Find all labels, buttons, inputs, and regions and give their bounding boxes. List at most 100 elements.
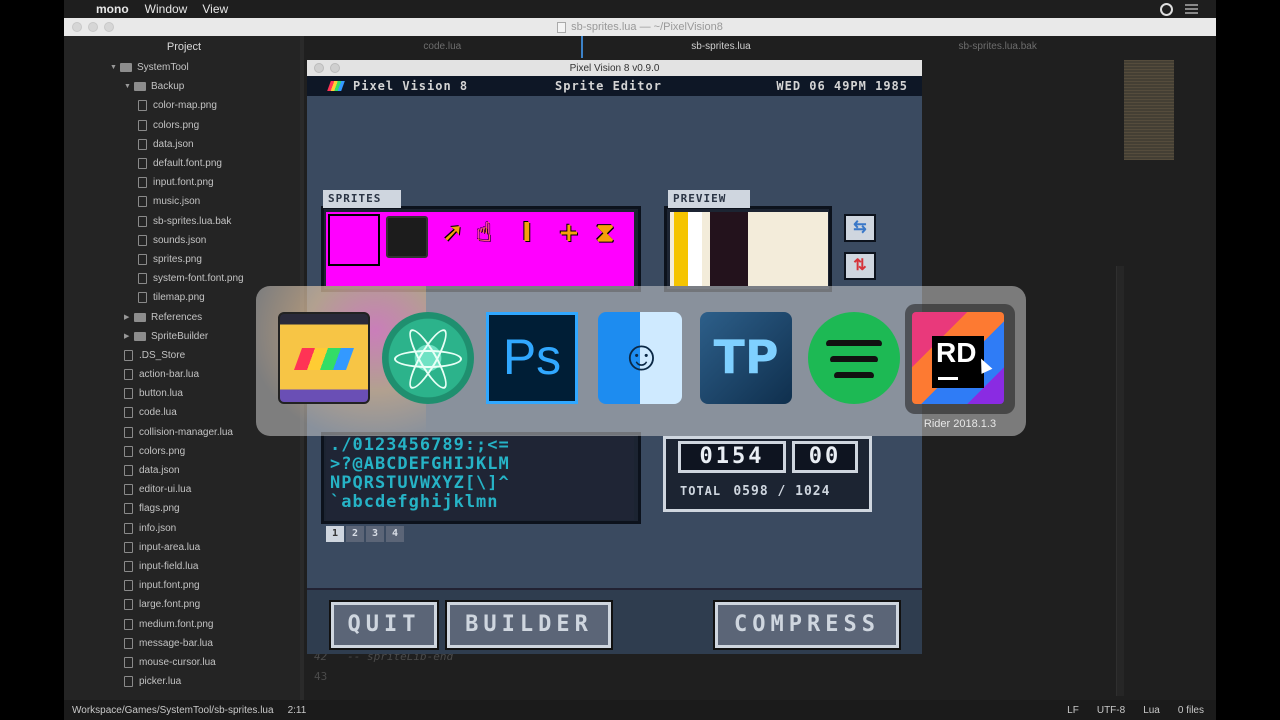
tree-file[interactable]: data.json: [64, 461, 304, 480]
tree-item-label: References: [151, 311, 203, 323]
file-icon: [124, 484, 133, 496]
zoom-button[interactable]: [104, 22, 114, 32]
flip-vertical-icon[interactable]: ⇅: [844, 252, 876, 280]
photoshop-icon[interactable]: Ps: [486, 312, 578, 404]
minimize-button[interactable]: [88, 22, 98, 32]
tree-file[interactable]: medium.font.png: [64, 614, 304, 633]
chevron-down-icon[interactable]: ▼: [124, 83, 134, 90]
tree-item-label: SpriteBuilder: [151, 330, 209, 342]
tree-file[interactable]: music.json: [64, 192, 304, 211]
minimap[interactable]: [1124, 60, 1174, 160]
status-language[interactable]: Lua: [1143, 705, 1160, 716]
hourglass-icon[interactable]: ⧗: [596, 218, 614, 249]
tree-file[interactable]: input-field.lua: [64, 557, 304, 576]
folder-icon: [134, 312, 146, 322]
tree-file[interactable]: large.font.png: [64, 595, 304, 614]
tree-file[interactable]: flags.png: [64, 499, 304, 518]
tree-folder[interactable]: ▼ SystemTool: [64, 58, 304, 77]
flip-horizontal-icon[interactable]: ⇆: [844, 214, 876, 242]
tree-item-label: tilemap.png: [153, 292, 205, 304]
file-icon: [138, 119, 147, 131]
tree-file[interactable]: sb-sprites.lua.bak: [64, 212, 304, 231]
tree-item-label: info.json: [139, 522, 177, 534]
finder-icon[interactable]: ☺: [598, 312, 682, 404]
atom-icon[interactable]: [382, 312, 474, 404]
tree-file[interactable]: info.json: [64, 519, 304, 538]
tab-sb-sprites-lua-bak[interactable]: sb-sprites.lua.bak: [859, 36, 1136, 58]
sprite-cell-selected[interactable]: [328, 214, 380, 266]
tab-bar: code.lua sb-sprites.lua sb-sprites.lua.b…: [304, 36, 1136, 58]
spotify-icon[interactable]: [808, 312, 900, 404]
status-line-ending[interactable]: LF: [1067, 705, 1079, 716]
rider-icon[interactable]: RD: [912, 312, 1004, 404]
sprite-grid[interactable]: ➚ ☝ I + ⧗: [326, 212, 634, 286]
tree-file[interactable]: colors.png: [64, 442, 304, 461]
tree-file[interactable]: default.font.png: [64, 154, 304, 173]
tree-item-label: Backup: [151, 81, 185, 93]
list-icon[interactable]: [1185, 4, 1198, 14]
builder-button[interactable]: BUILDER: [447, 602, 611, 648]
menu-view[interactable]: View: [202, 2, 228, 16]
status-files[interactable]: 0 files: [1178, 705, 1204, 716]
menubar-status: [1160, 2, 1198, 16]
quit-button[interactable]: QUIT: [331, 602, 437, 648]
file-icon: [124, 618, 133, 630]
page-2-button[interactable]: 2: [346, 526, 364, 542]
page-1-button[interactable]: 1: [326, 526, 344, 542]
file-icon: [138, 138, 147, 150]
clock-icon[interactable]: [1160, 2, 1173, 16]
document-icon: [557, 21, 567, 33]
tree-file[interactable]: editor-ui.lua: [64, 480, 304, 499]
status-encoding[interactable]: UTF-8: [1097, 705, 1125, 716]
tree-file[interactable]: input-area.lua: [64, 538, 304, 557]
preview-label: PREVIEW: [668, 190, 750, 208]
file-icon: [138, 196, 147, 208]
chevron-right-icon[interactable]: ▶: [124, 332, 134, 340]
compress-button[interactable]: COMPRESS: [715, 602, 899, 648]
tree-file[interactable]: sounds.json: [64, 231, 304, 250]
status-cursor-position[interactable]: 2:11: [288, 705, 307, 716]
close-button[interactable]: [72, 22, 82, 32]
texturepacker-icon[interactable]: TP: [700, 312, 792, 404]
tree-file[interactable]: message-bar.lua: [64, 634, 304, 653]
tree-file[interactable]: sprites.png: [64, 250, 304, 269]
menu-window[interactable]: Window: [145, 2, 188, 16]
sprite-preview: [670, 212, 828, 286]
tab-code-lua[interactable]: code.lua: [304, 36, 581, 58]
chevron-down-icon[interactable]: ▼: [110, 64, 120, 71]
menu-app-name[interactable]: mono: [96, 2, 129, 16]
color-offset-field[interactable]: 00: [792, 441, 858, 473]
tree-file[interactable]: mouse-cursor.lua: [64, 653, 304, 672]
tree-file[interactable]: input.font.png: [64, 576, 304, 595]
editor-scrollbar[interactable]: [1116, 266, 1124, 696]
crosshair-icon[interactable]: +: [558, 218, 580, 248]
status-file-path[interactable]: Workspace/Games/SystemTool/sb-sprites.lu…: [72, 705, 274, 716]
pv8-close-button[interactable]: [314, 63, 324, 73]
font-sprite-grid[interactable]: ./0123456789:;<= >?@ABCDEFGHIJKLM NPQRSTUV…: [326, 436, 634, 520]
page-3-button[interactable]: 3: [366, 526, 384, 542]
tree-file[interactable]: input.font.png: [64, 173, 304, 192]
chevron-right-icon[interactable]: ▶: [124, 313, 134, 321]
page-selector: 1 2 3 4: [326, 526, 404, 542]
tree-file[interactable]: data.json: [64, 135, 304, 154]
tree-file[interactable]: colors.png: [64, 116, 304, 135]
folder-icon: [134, 331, 146, 341]
sprite-id-field[interactable]: 0154: [678, 441, 786, 473]
tree-file[interactable]: picker.lua: [64, 672, 304, 691]
arrow-cursor-icon[interactable]: ➚: [442, 218, 464, 248]
hand-cursor-icon[interactable]: ☝: [476, 218, 492, 248]
tab-sb-sprites-lua[interactable]: sb-sprites.lua: [580, 36, 860, 58]
pv8-minimize-button[interactable]: [330, 63, 340, 73]
tree-file[interactable]: color-map.png: [64, 96, 304, 115]
tree-folder[interactable]: ▼ Backup: [64, 77, 304, 96]
pv8-icon[interactable]: [278, 312, 370, 404]
text-cursor-icon[interactable]: I: [522, 218, 532, 248]
code-line-43: 43: [314, 670, 328, 683]
sidebar-header: Project: [166, 41, 202, 53]
tree-item-label: color-map.png: [153, 100, 217, 112]
tree-item-label: action-bar.lua: [139, 369, 200, 381]
page-4-button[interactable]: 4: [386, 526, 404, 542]
sprite-total: TOTAL 0598 / 1024: [680, 484, 831, 499]
pv8-window-controls: [314, 63, 340, 73]
sprite-cell[interactable]: [386, 216, 428, 258]
